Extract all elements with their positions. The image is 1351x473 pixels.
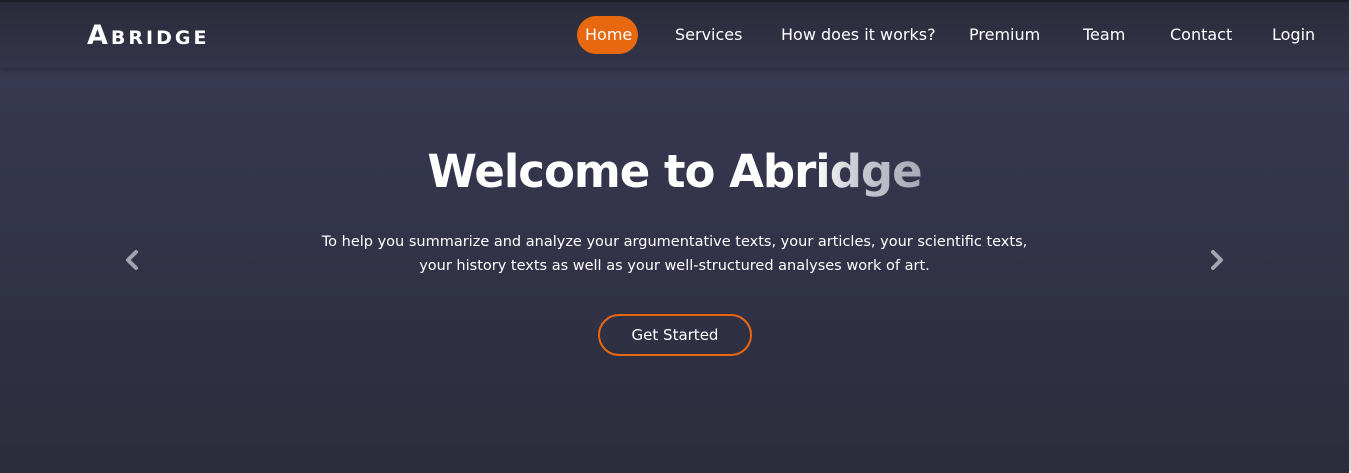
hero-description: To help you summarize and analyze your a… [0, 230, 1349, 278]
hero-title-main: Welcome to Abr [427, 145, 816, 198]
brand-logo[interactable]: Abridge [87, 16, 209, 56]
hero-title-fade: idge [815, 145, 922, 198]
hero-title: Welcome to Abridge [0, 142, 1349, 202]
nav-item-home[interactable]: Home [577, 16, 638, 54]
nav-item-login[interactable]: Login [1272, 16, 1315, 54]
nav-item-how-it-works[interactable]: How does it works? [781, 16, 936, 54]
nav-item-premium[interactable]: Premium [969, 16, 1040, 54]
get-started-button[interactable]: Get Started [598, 314, 752, 356]
nav-item-team[interactable]: Team [1083, 16, 1125, 54]
nav-item-services[interactable]: Services [675, 16, 742, 54]
hero-description-line-1: To help you summarize and analyze your a… [321, 234, 1028, 250]
nav-item-contact[interactable]: Contact [1170, 16, 1232, 54]
top-navbar: Abridge Home Services How does it works?… [0, 2, 1349, 68]
hero-description-line-2: your history texts as well as your well-… [419, 258, 930, 274]
page-frame: Abridge Home Services How does it works?… [0, 0, 1349, 473]
